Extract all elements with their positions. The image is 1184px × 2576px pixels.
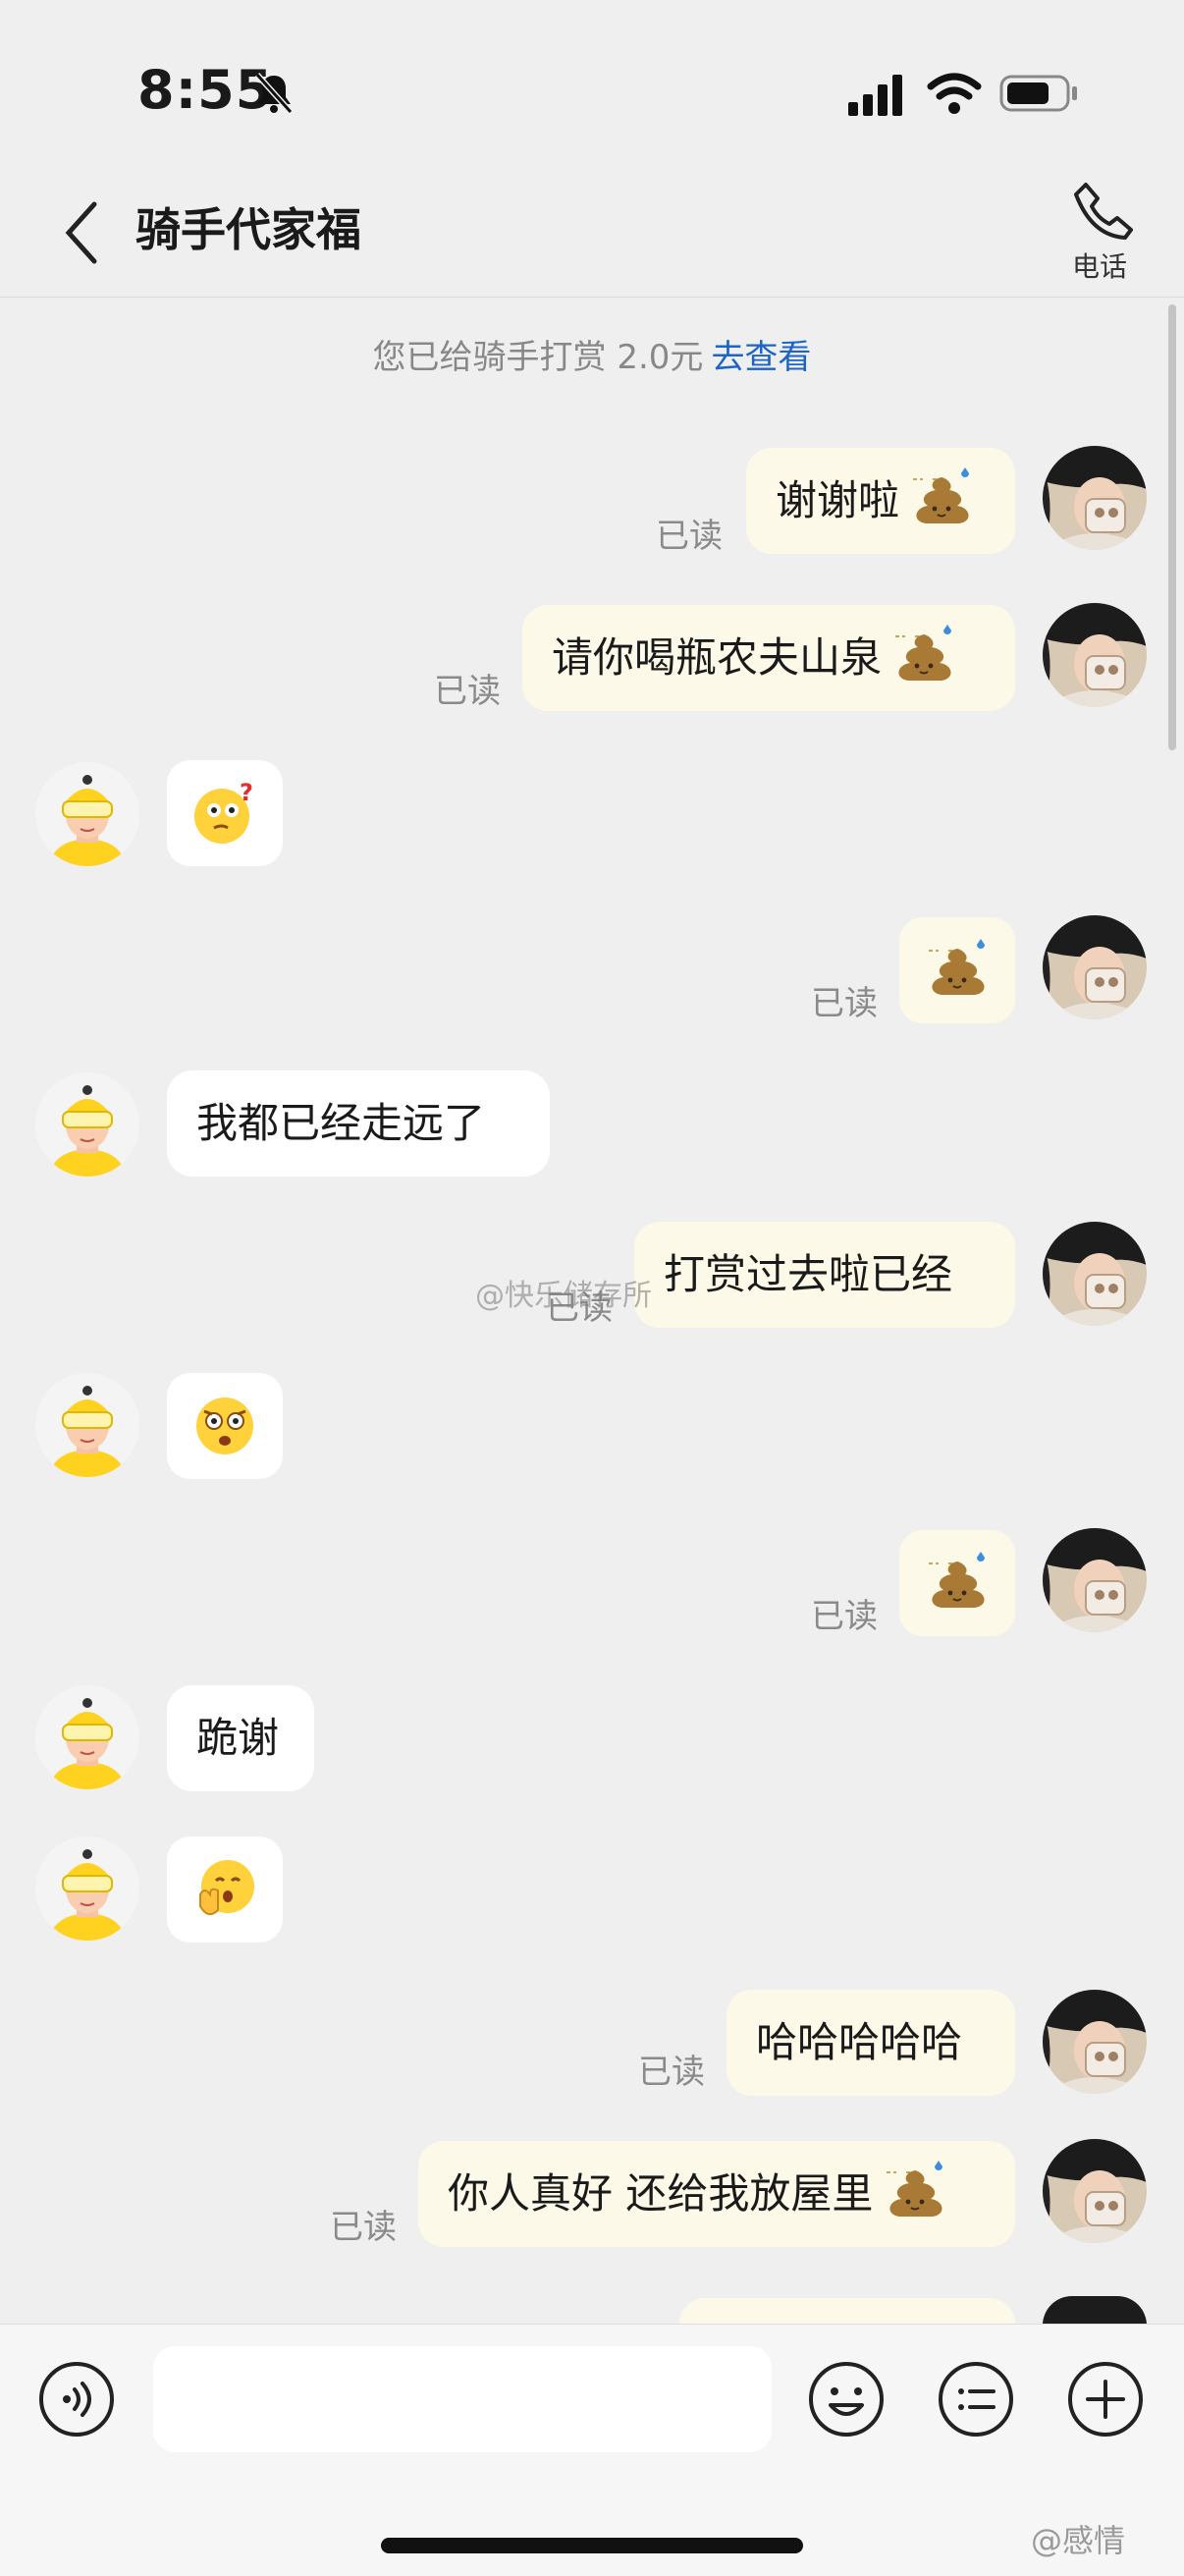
message-text: 跪谢 bbox=[196, 1714, 280, 1762]
my-avatar-partial bbox=[1043, 2296, 1147, 2326]
wifi-icon bbox=[927, 73, 982, 114]
chat-title: 骑手代家福 bbox=[135, 203, 361, 256]
rider-avatar[interactable] bbox=[35, 1072, 139, 1177]
my-message-bubble[interactable]: 谢谢啦 bbox=[746, 448, 1015, 554]
my-avatar[interactable] bbox=[1043, 1990, 1147, 2094]
view-tip-link[interactable]: 去查看 bbox=[711, 338, 811, 377]
read-status: 已读 bbox=[656, 517, 723, 556]
my-avatar[interactable] bbox=[1043, 603, 1147, 707]
tip-notice: 您已给骑手打赏 2.0元 去查看 bbox=[0, 330, 1184, 378]
rider-message-bubble[interactable]: 我都已经走远了 bbox=[167, 1070, 550, 1177]
phone-icon[interactable] bbox=[1068, 177, 1137, 246]
voice-input-icon[interactable] bbox=[37, 2360, 116, 2439]
rider-emoji-bubble[interactable]: ? bbox=[167, 760, 283, 866]
shocked-face-emoji-icon bbox=[196, 1398, 253, 1454]
my-message-bubble[interactable]: 哈哈哈哈哈 bbox=[727, 1990, 1015, 2096]
my-avatar[interactable] bbox=[1043, 1222, 1147, 1326]
message-text: 谢谢啦 bbox=[776, 476, 900, 524]
watermark: @快乐储存所 bbox=[475, 1271, 652, 1314]
battery-icon bbox=[999, 75, 1077, 112]
back-arrow-icon[interactable] bbox=[59, 198, 104, 267]
rider-avatar[interactable] bbox=[35, 1685, 139, 1789]
my-avatar[interactable] bbox=[1043, 1528, 1147, 1632]
message-text: 请你喝瓶农夫山泉 bbox=[552, 633, 883, 682]
rider-avatar[interactable] bbox=[35, 1836, 139, 1941]
rider-message-bubble[interactable]: 跪谢 bbox=[167, 1685, 314, 1791]
message-input[interactable] bbox=[153, 2346, 772, 2452]
poop-sticker-icon bbox=[912, 466, 971, 524]
rider-emoji-bubble[interactable] bbox=[167, 1836, 283, 1943]
poop-sticker-icon bbox=[928, 1552, 986, 1609]
message-text: 打赏过去啦已经 bbox=[664, 1250, 953, 1298]
emoji-face-icon[interactable] bbox=[807, 2360, 886, 2439]
my-sticker-bubble[interactable] bbox=[899, 1530, 1015, 1636]
read-status: 已读 bbox=[638, 2053, 705, 2092]
quick-reply-list-icon[interactable] bbox=[937, 2360, 1015, 2439]
home-indicator[interactable] bbox=[381, 2538, 803, 2553]
read-status: 已读 bbox=[434, 672, 501, 711]
plus-icon[interactable] bbox=[1066, 2360, 1145, 2439]
svg-text:?: ? bbox=[240, 779, 253, 806]
rider-avatar[interactable] bbox=[35, 1373, 139, 1477]
hand-over-mouth-emoji-icon bbox=[199, 1860, 254, 1916]
status-bar: 8:55 bbox=[0, 0, 1184, 167]
weibo-watermark: @感情 bbox=[1031, 2516, 1125, 2561]
thinking-question-emoji-icon: ? bbox=[194, 779, 253, 844]
my-avatar[interactable] bbox=[1043, 2139, 1147, 2243]
poop-sticker-icon bbox=[894, 624, 953, 682]
tip-notice-text: 您已给骑手打赏 2.0元 bbox=[372, 338, 704, 377]
my-message-bubble[interactable]: 打赏过去啦已经 bbox=[634, 1222, 1015, 1328]
my-sticker-bubble[interactable] bbox=[899, 917, 1015, 1023]
poop-sticker-icon bbox=[886, 2160, 944, 2218]
my-message-bubble[interactable]: 你人真好 还给我放屋里 bbox=[418, 2141, 1015, 2247]
poop-sticker-icon bbox=[928, 939, 986, 996]
my-message-bubble[interactable]: 请你喝瓶农夫山泉 bbox=[522, 605, 1015, 711]
message-text: 你人真好 还给我放屋里 bbox=[448, 2169, 874, 2218]
read-status: 已读 bbox=[811, 984, 878, 1023]
rider-avatar[interactable] bbox=[35, 762, 139, 866]
weibo-watermark-text: @感情 bbox=[1031, 2522, 1126, 2559]
read-status: 已读 bbox=[811, 1597, 878, 1636]
my-avatar[interactable] bbox=[1043, 915, 1147, 1019]
message-text: 我都已经走远了 bbox=[196, 1099, 486, 1147]
my-avatar[interactable] bbox=[1043, 446, 1147, 550]
rider-emoji-bubble[interactable] bbox=[167, 1373, 283, 1479]
read-status: 已读 bbox=[330, 2208, 397, 2247]
watermark-text: @快乐储存所 bbox=[475, 1279, 652, 1313]
cellular-signal-icon bbox=[848, 75, 902, 116]
message-text: 哈哈哈哈哈 bbox=[756, 2018, 963, 2066]
muted-bell-icon bbox=[254, 72, 294, 115]
phone-label[interactable]: 电话 bbox=[1050, 246, 1149, 285]
chat-header: 骑手代家福 电话 bbox=[0, 167, 1184, 298]
